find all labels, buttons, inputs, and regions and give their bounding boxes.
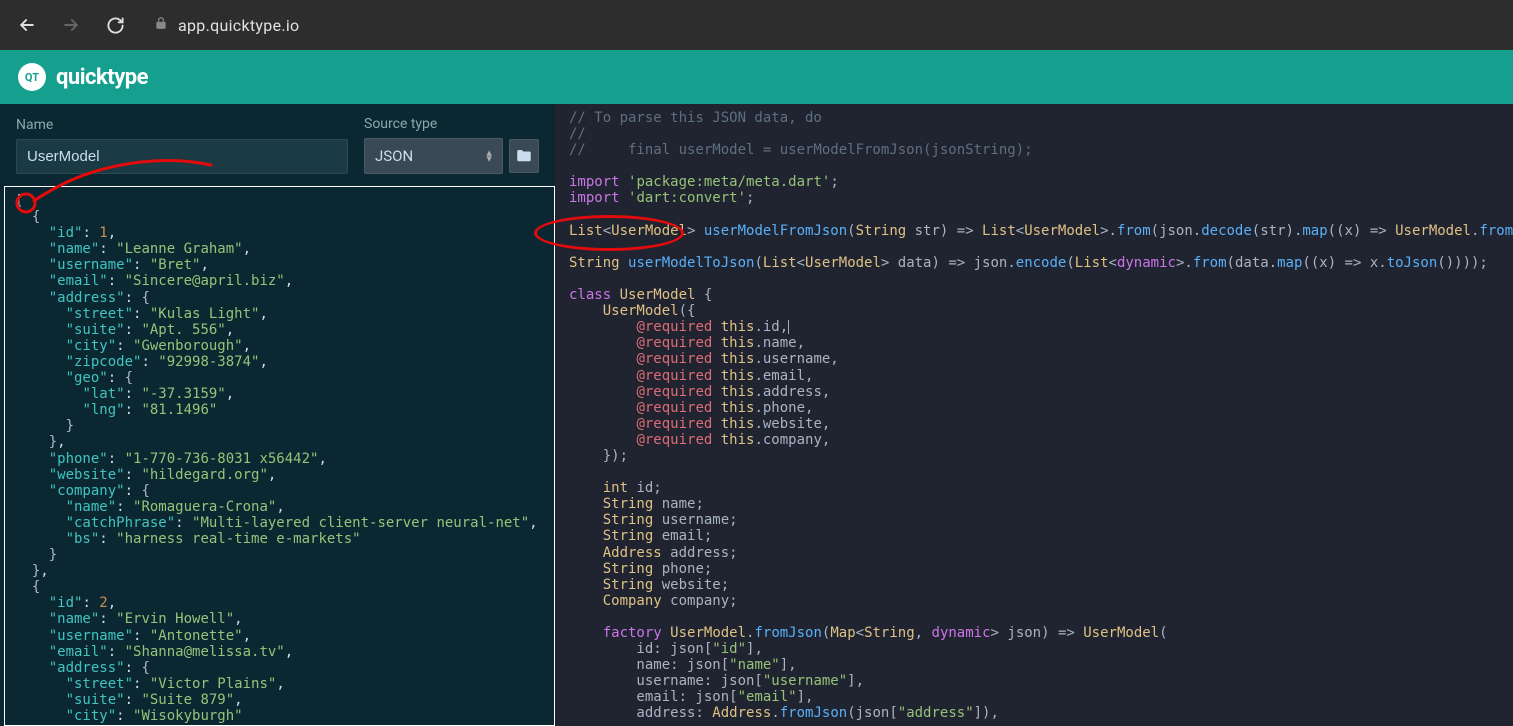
forward-button[interactable] <box>56 10 86 40</box>
back-button[interactable] <box>12 10 42 40</box>
right-panel: // To parse this JSON data, do // // fin… <box>555 104 1513 726</box>
name-input[interactable] <box>16 139 348 174</box>
lock-icon <box>154 16 168 34</box>
source-type-label: Source type <box>364 116 539 132</box>
reload-button[interactable] <box>100 10 130 40</box>
workspace: Name Source type JSON ▴▾ [ { "id": 1, "n… <box>0 104 1513 726</box>
url-text: app.quicktype.io <box>178 16 300 35</box>
json-input-editor[interactable]: [ { "id": 1, "name": "Leanne Graham", "u… <box>4 186 555 726</box>
chevron-updown-icon: ▴▾ <box>486 150 492 162</box>
source-type-select[interactable]: JSON ▴▾ <box>364 138 503 174</box>
open-folder-button[interactable] <box>509 139 539 173</box>
code-output[interactable]: // To parse this JSON data, do // // fin… <box>555 104 1513 726</box>
app-header: QT quicktype <box>0 50 1513 104</box>
browser-chrome: app.quicktype.io <box>0 0 1513 50</box>
app-name: quicktype <box>56 65 148 90</box>
app-logo-icon: QT <box>18 63 46 91</box>
controls-row: Name Source type JSON ▴▾ <box>0 104 555 182</box>
left-panel: Name Source type JSON ▴▾ [ { "id": 1, "n… <box>0 104 555 726</box>
source-type-value: JSON <box>375 147 413 165</box>
url-bar[interactable]: app.quicktype.io <box>144 16 1501 35</box>
name-label: Name <box>16 117 348 133</box>
